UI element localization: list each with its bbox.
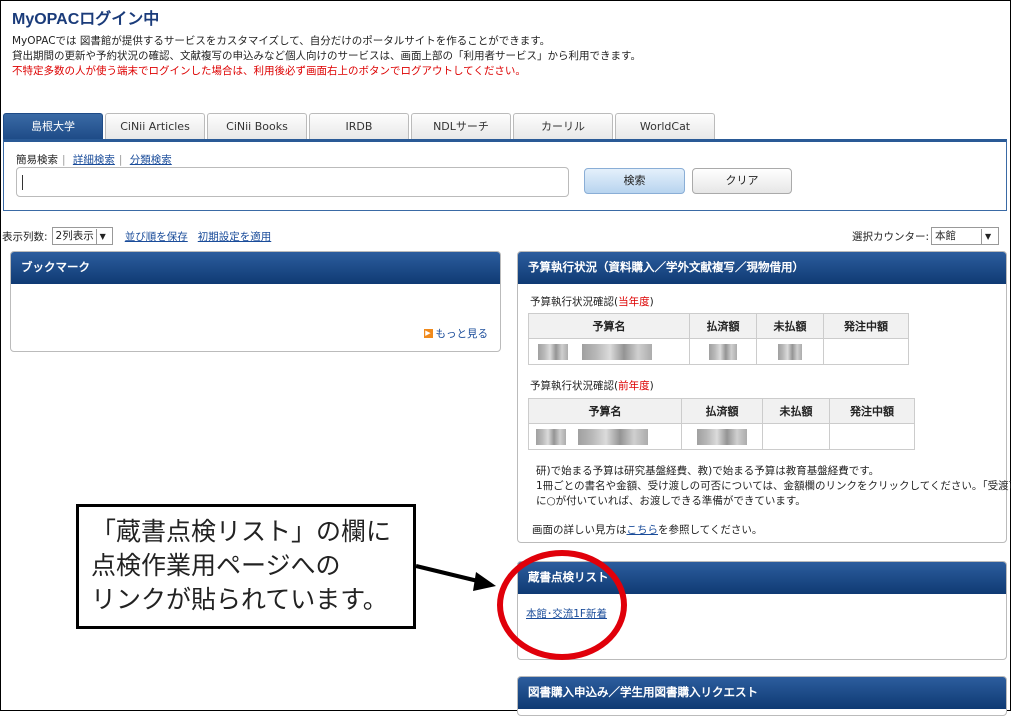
callout-line-2: 点検作業用ページへの — [91, 551, 341, 580]
col-ordered: 発注中額 — [823, 313, 909, 339]
highlight-circle — [497, 550, 627, 660]
col-budget-name: 予算名 — [528, 313, 690, 339]
search-panel: 簡易検索 | 詳細検索 | 分類検索 検索 クリア — [3, 139, 1007, 211]
budget-note-3: に○が付いていれば、お渡しできる準備ができています。 — [536, 495, 806, 507]
search-input[interactable] — [16, 167, 569, 197]
tab-worldcat[interactable]: WorldCat — [615, 113, 715, 139]
logout-warning: 不特定多数の人が使う端末でログインした場合は、利用後必ず画面右上のボタンでログア… — [12, 65, 526, 77]
save-order-link[interactable]: 並び順を保存 — [125, 229, 188, 244]
apply-default-link[interactable]: 初期設定を適用 — [198, 229, 272, 244]
tab-cinii-books[interactable]: CiNii Books — [207, 113, 307, 139]
current-year-heading: 予算執行状況確認(当年度) — [530, 296, 654, 308]
purchase-request-panel: 図書購入申込み／学生用図書購入リクエスト — [517, 676, 1007, 716]
search-button[interactable]: 検索 — [584, 168, 685, 194]
chevron-down-icon: ▼ — [95, 229, 109, 245]
search-type-links: 簡易検索 | 詳細検索 | 分類検索 — [16, 154, 172, 166]
col-budget-name: 予算名 — [528, 398, 682, 424]
budget-header: 予算執行状況（資料購入／学外文献複写／現物借用） — [518, 252, 1006, 284]
help-link[interactable]: こちら — [627, 524, 659, 536]
database-tabs: 島根大学 CiNii Articles CiNii Books IRDB NDL… — [3, 113, 715, 139]
columns-label: 表示列数: — [2, 230, 48, 243]
table-row — [528, 423, 682, 450]
budget-note-1: 研)で始まる予算は研究基盤経費、教)で始まる予算は教育基盤経費です。 — [536, 465, 880, 477]
bookmark-panel: ブックマーク ▶ もっと見る — [10, 251, 501, 352]
callout-line-3: リンクが貼られています。 — [91, 585, 388, 614]
col-unpaid: 未払額 — [756, 313, 824, 339]
clear-button[interactable]: クリア — [692, 168, 792, 194]
chevron-down-icon: ▼ — [981, 229, 994, 245]
columns-select[interactable]: 2列表示 ▼ — [51, 227, 113, 245]
annotation-callout: 「蔵書点検リスト」の欄に 点検作業用ページへの リンクが貼られています。 — [76, 504, 416, 629]
col-unpaid: 未払額 — [762, 398, 830, 424]
bookmark-more-link[interactable]: ▶ もっと見る — [423, 326, 488, 341]
arrow-icon — [415, 564, 496, 591]
counter-label: 選択カウンター: — [852, 230, 930, 243]
col-paid: 払済額 — [689, 313, 757, 339]
callout-line-1: 「蔵書点検リスト」の欄に — [91, 517, 392, 546]
counter-selector: 選択カウンター: 本館 ▼ — [852, 227, 1000, 245]
budget-panel: 予算執行状況（資料購入／学外文献複写／現物借用） 予算執行状況確認(当年度) 予… — [517, 251, 1011, 543]
tab-irdb[interactable]: IRDB — [309, 113, 409, 139]
page-title: MyOPACログイン中 — [12, 11, 160, 28]
classification-search-link[interactable]: 分類検索 — [130, 154, 172, 166]
intro-line-1: MyOPACでは 図書館が提供するサービスをカスタマイズして、自分だけのポータル… — [12, 35, 551, 47]
current-budget-table: 予算名 払済額 未払額 発注中額 — [528, 313, 909, 365]
budget-note-2: 1冊ごとの書名や金額、受け渡しの可否については、金額欄のリンクをクリックしてくだ… — [536, 480, 1011, 492]
simple-search-link[interactable]: 簡易検索 — [16, 154, 58, 166]
col-paid: 払済額 — [681, 398, 763, 424]
previous-budget-table: 予算名 払済額 未払額 発注中額 — [528, 398, 915, 450]
layout-options: 表示列数: 2列表示 ▼ 並び順を保存 初期設定を適用 — [2, 227, 271, 245]
bookmark-header: ブックマーク — [11, 252, 500, 284]
col-ordered: 発注中額 — [829, 398, 915, 424]
tab-ndl-search[interactable]: NDLサーチ — [411, 113, 511, 139]
tab-cinii-articles[interactable]: CiNii Articles — [105, 113, 205, 139]
tab-calil[interactable]: カーリル — [513, 113, 613, 139]
budget-help: 画面の詳しい見方はこちらを参照してください。 — [532, 524, 763, 536]
text-cursor — [22, 175, 23, 190]
intro-line-2: 貸出期間の更新や予約状況の確認、文献複写の申込みなど個人向けのサービスは、画面上… — [12, 50, 641, 62]
previous-year-heading: 予算執行状況確認(前年度) — [530, 380, 654, 392]
advanced-search-link[interactable]: 詳細検索 — [73, 154, 115, 166]
tab-shimane[interactable]: 島根大学 — [3, 113, 103, 139]
counter-select[interactable]: 本館 ▼ — [931, 227, 1000, 245]
table-row — [528, 338, 690, 365]
rss-icon: ▶ — [423, 329, 433, 338]
purchase-request-header: 図書購入申込み／学生用図書購入リクエスト — [518, 677, 1006, 709]
